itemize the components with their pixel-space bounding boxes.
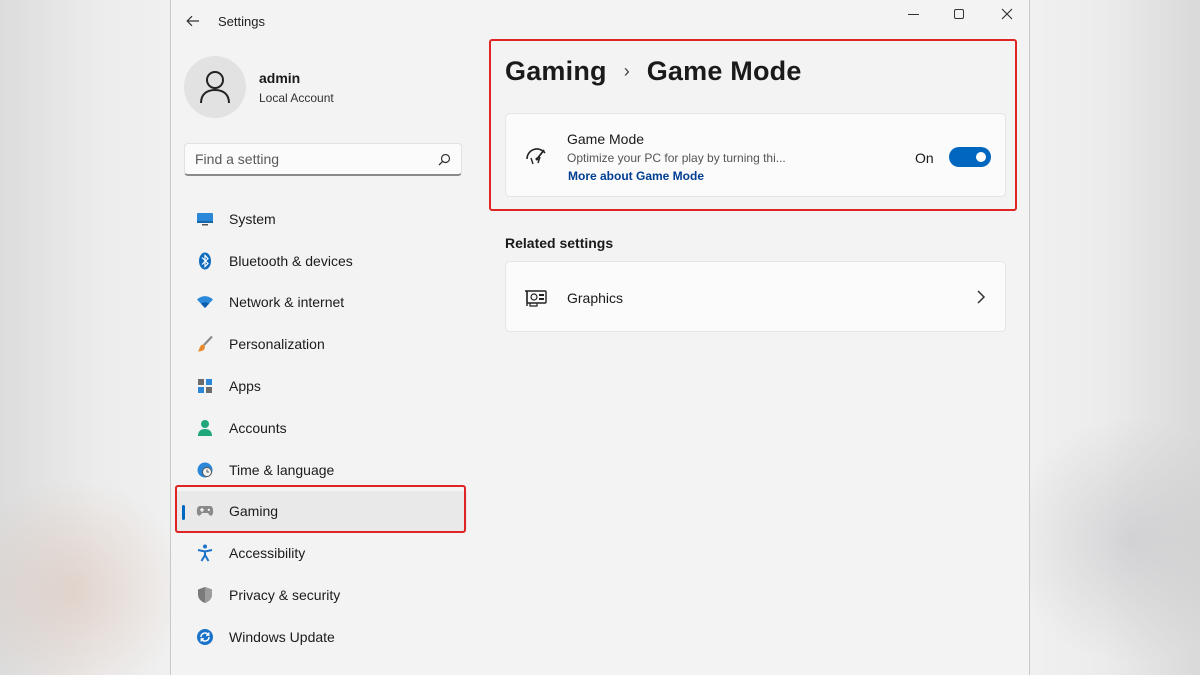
user-avatar-icon xyxy=(200,71,230,104)
highlight-box-game-mode xyxy=(489,39,1017,211)
sidebar-item-system[interactable]: System xyxy=(175,198,467,240)
sidebar-item-label: System xyxy=(229,210,276,227)
apps-icon xyxy=(196,377,214,395)
wifi-icon xyxy=(196,293,214,311)
minimize-icon xyxy=(907,13,919,15)
accessibility-icon xyxy=(196,544,214,562)
search-input[interactable]: Find a setting xyxy=(195,151,438,167)
background-blur-right xyxy=(1000,420,1200,660)
globe-clock-icon xyxy=(196,461,214,479)
back-arrow-icon xyxy=(186,15,199,27)
app-title: Settings xyxy=(218,14,265,29)
graphics-card-icon xyxy=(525,290,547,307)
brush-icon xyxy=(196,335,214,353)
sidebar-item-privacy-security[interactable]: Privacy & security xyxy=(175,574,467,616)
sidebar-item-label: Accounts xyxy=(229,419,287,436)
user-profile[interactable]: admin Local Account xyxy=(184,56,334,118)
title-bar: Settings xyxy=(171,0,1029,42)
highlight-box-gaming xyxy=(175,485,466,533)
sidebar-item-accessibility[interactable]: Accessibility xyxy=(175,532,467,574)
sidebar-nav: System Bluetooth & devices Network & int… xyxy=(175,198,467,658)
sidebar-item-label: Windows Update xyxy=(229,628,335,645)
sidebar-item-label: Time & language xyxy=(229,461,335,478)
monitor-icon xyxy=(196,210,214,228)
sidebar-item-apps[interactable]: Apps xyxy=(175,365,467,407)
shield-icon xyxy=(196,586,214,604)
person-icon xyxy=(196,419,214,437)
sidebar-item-label: Accessibility xyxy=(229,545,306,562)
settings-window: Settings admin Local Account Find a sett… xyxy=(170,0,1030,675)
related-item-graphics[interactable]: Graphics xyxy=(505,261,1006,332)
search-icon xyxy=(438,153,451,165)
maximize-button[interactable] xyxy=(939,4,979,24)
maximize-icon xyxy=(954,9,964,19)
avatar xyxy=(184,56,246,118)
minimize-button[interactable] xyxy=(893,4,933,24)
back-button[interactable] xyxy=(181,10,205,32)
search-box[interactable]: Find a setting xyxy=(184,143,462,176)
related-settings-heading: Related settings xyxy=(505,235,614,251)
graphics-label: Graphics xyxy=(567,290,624,306)
sidebar-item-accounts[interactable]: Accounts xyxy=(175,407,467,449)
bluetooth-icon xyxy=(196,252,214,270)
sidebar-item-label: Privacy & security xyxy=(229,587,341,604)
sidebar-item-label: Bluetooth & devices xyxy=(229,252,353,269)
user-name: admin xyxy=(259,69,301,86)
background-blur-left xyxy=(0,480,190,675)
sidebar-item-network-internet[interactable]: Network & internet xyxy=(175,282,467,324)
sidebar-item-personalization[interactable]: Personalization xyxy=(175,323,467,365)
sidebar-item-label: Apps xyxy=(229,378,261,395)
close-icon xyxy=(1001,8,1013,20)
close-button[interactable] xyxy=(987,4,1027,24)
update-icon xyxy=(196,628,214,646)
sidebar-item-label: Network & internet xyxy=(229,294,345,311)
account-type: Local Account xyxy=(259,90,334,105)
sidebar-item-bluetooth-devices[interactable]: Bluetooth & devices xyxy=(175,240,467,282)
sidebar-item-label: Personalization xyxy=(229,336,325,353)
sidebar-item-windows-update[interactable]: Windows Update xyxy=(175,616,467,658)
chevron-right-icon xyxy=(977,290,986,304)
